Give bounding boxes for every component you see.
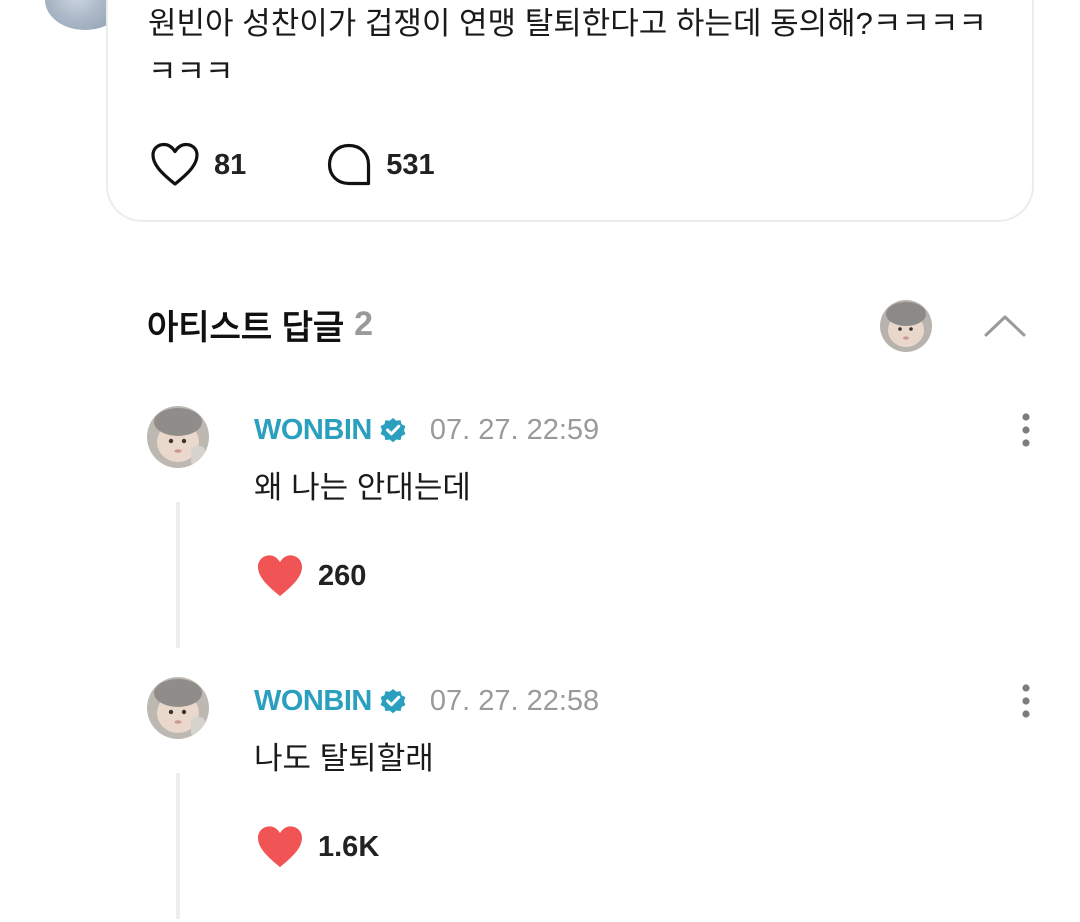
chevron-up-icon <box>984 315 1026 337</box>
comment-button[interactable]: 531 <box>326 142 435 188</box>
reply-like-button[interactable]: 260 <box>256 554 366 598</box>
verified-badge-icon <box>380 689 406 714</box>
more-options-button[interactable] <box>1010 681 1042 721</box>
reply-timestamp: 07. 27. 22:59 <box>429 413 600 446</box>
reply-text: 왜 나는 안대는데 <box>254 470 471 505</box>
post-text: 원빈아 성찬이가 겁쟁이 연맹 탈퇴한다고 하는데 동의해?ㅋㅋㅋㅋㅋㅋㅋ <box>148 6 987 89</box>
thread-line <box>176 773 180 919</box>
baby-avatar-icon <box>147 406 209 468</box>
reply-author-avatar[interactable] <box>147 406 209 468</box>
heart-filled-icon <box>258 826 302 868</box>
speech-bubble-icon <box>328 143 371 186</box>
collapse-button[interactable] <box>982 306 1028 346</box>
reply-author-avatar[interactable] <box>147 677 209 739</box>
reply-author-name[interactable]: WONBIN <box>254 685 372 718</box>
artist-replies-header: 아티스트 답글 2 <box>147 300 373 349</box>
reply-text: 나도 탈퇴할래 <box>254 741 434 776</box>
more-vertical-icon <box>1022 413 1030 447</box>
heart-outline-icon <box>151 142 199 186</box>
verified-badge-icon <box>380 418 406 443</box>
reply-timestamp: 07. 27. 22:58 <box>429 684 600 717</box>
section-count: 2 <box>354 305 374 343</box>
post-card: 원빈아 성찬이가 겁쟁이 연맹 탈퇴한다고 하는데 동의해?ㅋㅋㅋㅋㅋㅋㅋ 81… <box>106 0 1034 222</box>
post-actions: 81 531 <box>150 142 515 188</box>
reply-author-name[interactable]: WONBIN <box>254 414 372 447</box>
thread-line <box>176 502 180 648</box>
reply-like-count: 1.6K <box>318 830 380 863</box>
more-options-button[interactable] <box>1010 410 1042 450</box>
like-count: 81 <box>214 148 247 181</box>
reply-meta: WONBIN 07. 27. 22:58 <box>254 683 599 719</box>
heart-filled-icon <box>258 555 302 597</box>
baby-avatar-icon <box>147 677 209 739</box>
artist-avatar-small[interactable] <box>880 300 932 352</box>
reply-like-button[interactable]: 1.6K <box>256 825 379 869</box>
baby-avatar-icon <box>880 300 932 352</box>
more-vertical-icon <box>1022 684 1030 718</box>
comment-count: 531 <box>386 148 435 181</box>
section-title: 아티스트 답글 <box>147 309 345 347</box>
reply-like-count: 260 <box>318 559 367 592</box>
reply-meta: WONBIN 07. 27. 22:59 <box>254 412 599 448</box>
like-button[interactable]: 81 <box>150 142 246 188</box>
